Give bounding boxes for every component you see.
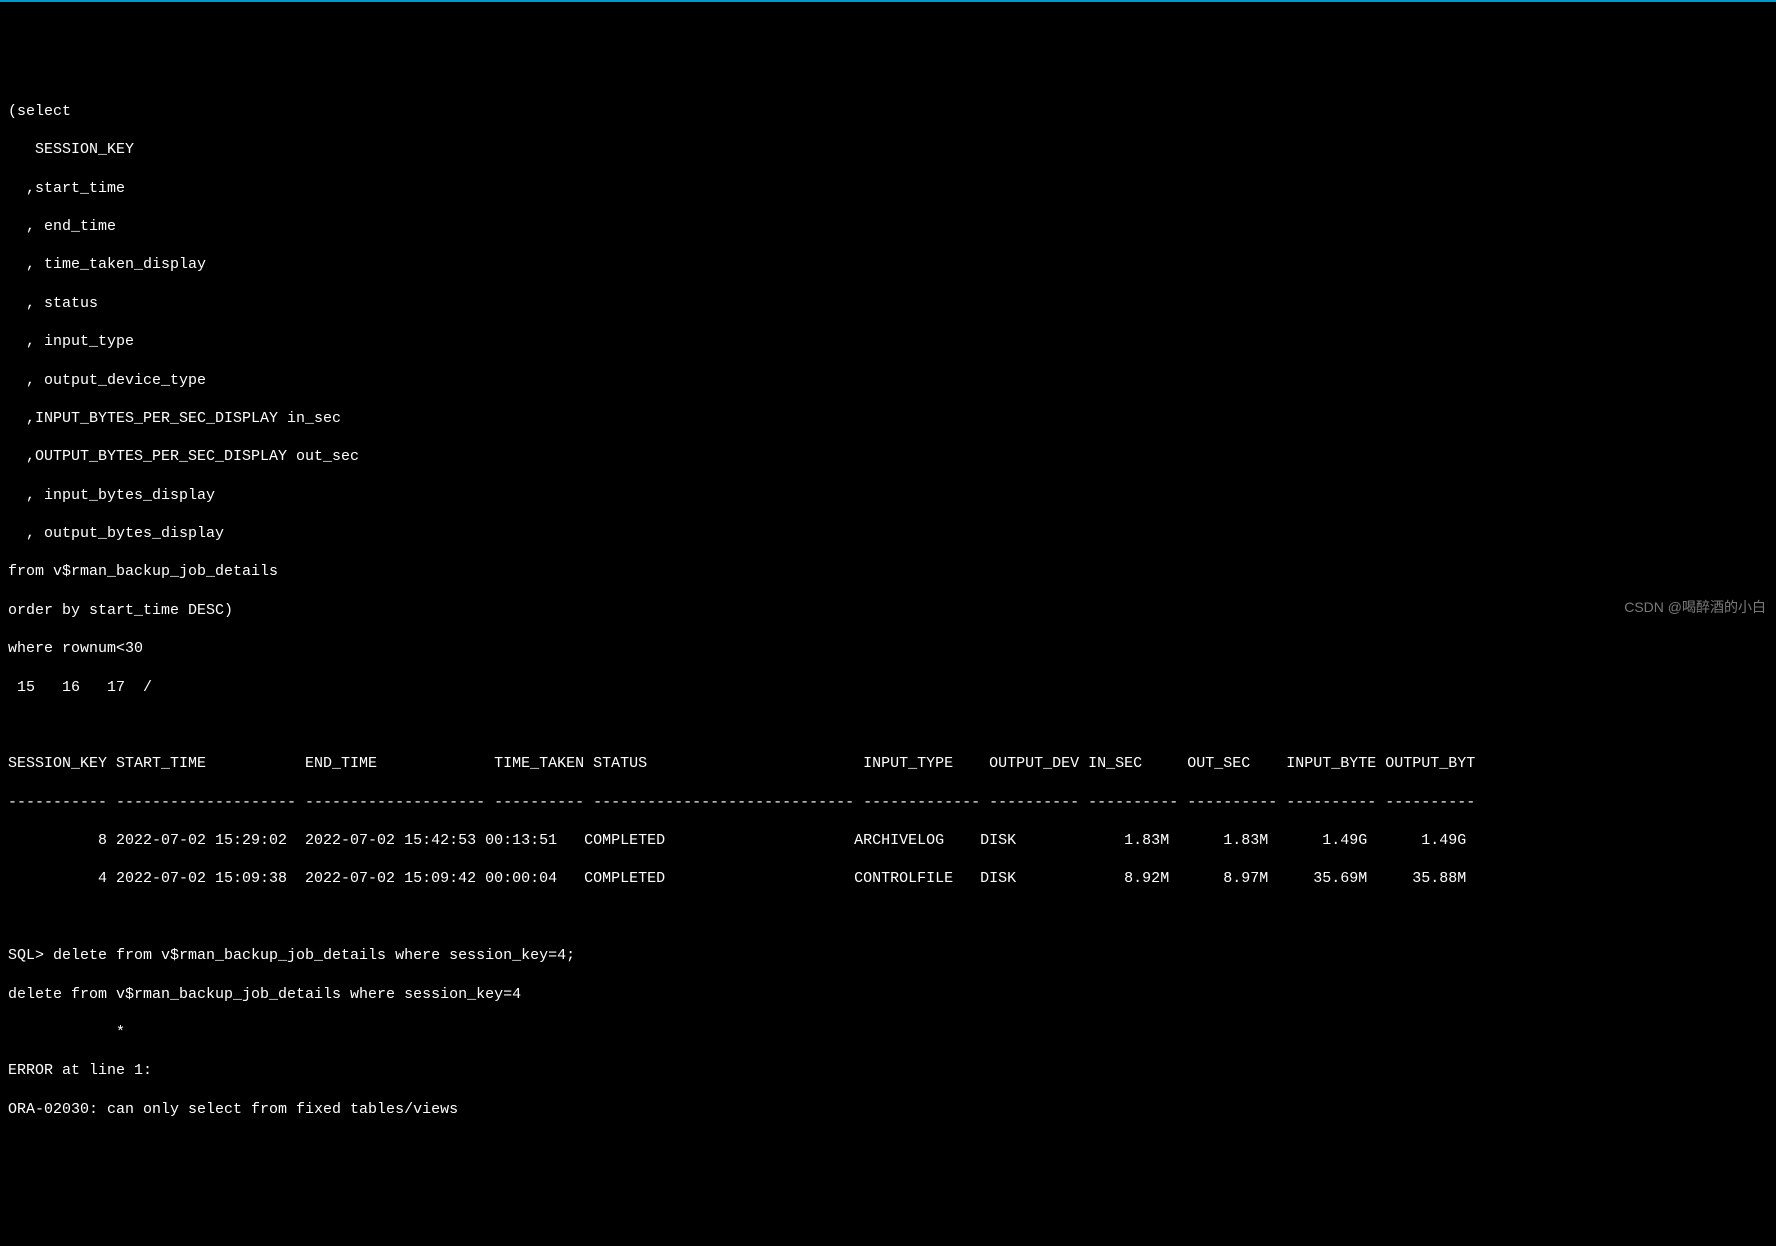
table-row: 8 2022-07-02 15:29:02 2022-07-02 15:42:5… <box>8 831 1768 850</box>
error-line: ORA-02030: can only select from fixed ta… <box>8 1100 1768 1119</box>
blank-line <box>8 716 1768 735</box>
query-line: ,start_time <box>8 179 1768 198</box>
query-line: (select <box>8 102 1768 121</box>
query-line: ,OUTPUT_BYTES_PER_SEC_DISPLAY out_sec <box>8 447 1768 466</box>
query-line: order by start_time DESC) <box>8 601 1768 620</box>
query-line: , end_time <box>8 217 1768 236</box>
table-header: SESSION_KEY START_TIME END_TIME TIME_TAK… <box>8 754 1768 773</box>
table-divider: ----------- -------------------- -------… <box>8 793 1768 812</box>
query-line: , time_taken_display <box>8 255 1768 274</box>
query-line: where rownum<30 <box>8 639 1768 658</box>
sql-marker-line: * <box>8 1023 1768 1042</box>
query-line: , input_bytes_display <box>8 486 1768 505</box>
query-line: 15 16 17 / <box>8 678 1768 697</box>
terminal-output: (select SESSION_KEY ,start_time , end_ti… <box>8 83 1768 1138</box>
error-line: ERROR at line 1: <box>8 1061 1768 1080</box>
query-line: , input_type <box>8 332 1768 351</box>
sql-echo-line: delete from v$rman_backup_job_details wh… <box>8 985 1768 1004</box>
query-line: ,INPUT_BYTES_PER_SEC_DISPLAY in_sec <box>8 409 1768 428</box>
query-line: , status <box>8 294 1768 313</box>
blank-line <box>8 908 1768 927</box>
query-line: , output_bytes_display <box>8 524 1768 543</box>
query-line: SESSION_KEY <box>8 140 1768 159</box>
query-line: from v$rman_backup_job_details <box>8 562 1768 581</box>
query-line: , output_device_type <box>8 371 1768 390</box>
table-row: 4 2022-07-02 15:09:38 2022-07-02 15:09:4… <box>8 869 1768 888</box>
sql-prompt-line: SQL> delete from v$rman_backup_job_detai… <box>8 946 1768 965</box>
watermark-text: CSDN @喝醉酒的小白 <box>1624 599 1766 617</box>
